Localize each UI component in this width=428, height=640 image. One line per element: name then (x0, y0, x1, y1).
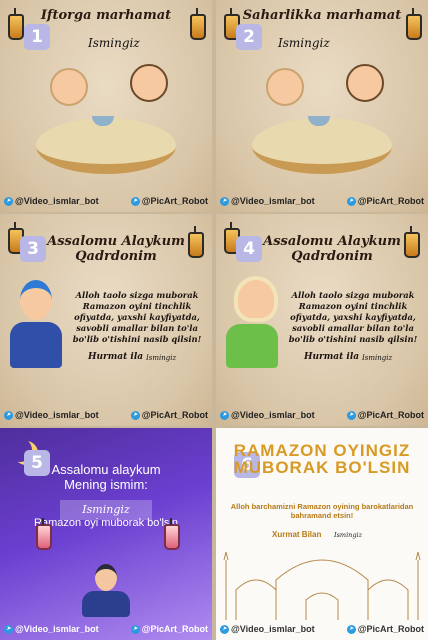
card-number-badge: 4 (236, 236, 262, 262)
telegram-link[interactable]: ➤ @Video_ismlar_bot (220, 624, 315, 634)
card-footer: ➤ @Video_ismlar_bot ➤ @PicArt_Robot (216, 196, 428, 206)
girl-illustration-icon (50, 68, 88, 106)
praying-girl-illustration-icon (226, 276, 282, 368)
card-footer: ➤ @Video_ismlar_bot ➤ @PicArt_Robot (0, 196, 212, 206)
card-footer: ➤ @Video_ismlar_bot ➤ @PicArt_Robot (0, 624, 212, 634)
telegram-link[interactable]: ➤ @Video_ismlar_bot (220, 410, 315, 420)
template-card-3[interactable]: 3 Assalomu Alaykum Qadrdonim Alloh taolo… (0, 214, 212, 426)
template-card-4[interactable]: 4 Assalomu Alaykum Qadrdonim Alloh taolo… (216, 214, 428, 426)
telegram-link[interactable]: ➤ @PicArt_Robot (346, 624, 424, 634)
card-name: Ismingiz (278, 36, 330, 50)
telegram-icon: ➤ (220, 196, 229, 206)
card-title: Saharlikka marhamat (242, 8, 402, 23)
telegram-icon: ➤ (220, 624, 229, 634)
praying-boy-illustration-icon (10, 280, 66, 368)
iftar-table-icon (36, 118, 176, 174)
telegram-icon: ➤ (4, 196, 13, 206)
greeting-message: Alloh taolo sizga muborak Ramazon oyini … (72, 290, 202, 344)
mosque-illustration-icon (223, 551, 421, 620)
card-number-badge: 1 (24, 24, 50, 50)
card-footer: ➤ @Video_ismlar_bot ➤ @PicArt_Robot (216, 410, 428, 420)
regards-label: Hurmat ila (88, 352, 144, 362)
card-number-badge: 2 (236, 24, 262, 50)
telegram-link[interactable]: ➤ @Video_ismlar_bot (220, 196, 315, 206)
template-card-2[interactable]: 2 Saharlikka marhamat Ismingiz ➤ @Video_i… (216, 0, 428, 212)
girl-illustration-icon (266, 68, 304, 106)
template-card-1[interactable]: 1 Iftorga marhamat Ismingiz ➤ @Video_isml… (0, 0, 212, 212)
boy-illustration-icon (346, 64, 384, 102)
telegram-icon: ➤ (220, 410, 229, 420)
card-title: Assalomu Alaykum Qadrdonim (263, 234, 401, 264)
boy-illustration-icon (130, 64, 168, 102)
card-number-badge: 3 (20, 236, 46, 262)
telegram-link[interactable]: ➤ @PicArt_Robot (130, 196, 208, 206)
card-title: RAMAZON OYINGIZ MUBORAK BO'LSIN (233, 441, 411, 477)
lantern-icon (404, 226, 420, 258)
lantern-icon (36, 518, 52, 550)
card-name: Ismingiz (146, 354, 177, 362)
greeting-message: Alloh barchamizni Ramazon oyining baroka… (230, 502, 414, 520)
greeting-line-2: Mening ismim: (64, 477, 148, 492)
card-grid: 1 Iftorga marhamat Ismingiz ➤ @Video_isml… (0, 0, 428, 640)
card-name: Ismingiz (88, 36, 140, 50)
telegram-link[interactable]: ➤ @Video_ismlar_bot (4, 410, 99, 420)
template-card-5[interactable]: 5 Assalomu alaykum Mening ismim: Ismingi… (0, 428, 212, 640)
telegram-link[interactable]: ➤ @PicArt_Robot (346, 410, 424, 420)
suhoor-table-icon (252, 118, 392, 174)
telegram-icon: ➤ (4, 624, 13, 634)
greeting-line-1: Assalomu alaykum (51, 462, 161, 477)
telegram-link[interactable]: ➤ @Video_ismlar_bot (4, 624, 99, 634)
telegram-link[interactable]: ➤ @PicArt_Robot (346, 196, 424, 206)
regards-label: Xurmat Bilan (272, 530, 322, 539)
card-name: Ismingiz (362, 354, 393, 362)
telegram-icon: ➤ (346, 624, 356, 634)
template-card-6[interactable]: 6 RAMAZON OYINGIZ MUBORAK BO'LSIN Alloh … (216, 428, 428, 640)
telegram-link[interactable]: ➤ @PicArt_Robot (130, 624, 208, 634)
greeting-message: Alloh taolo sizga muborak Ramazon oyini … (288, 290, 418, 344)
card-footer: ➤ @Video_ismlar_bot ➤ @PicArt_Robot (216, 624, 428, 634)
greeting-line: Assalomu alaykum Mening ismim: (14, 462, 198, 492)
lantern-icon (188, 226, 204, 258)
lantern-icon (164, 518, 180, 550)
telegram-icon: ➤ (130, 410, 140, 420)
telegram-icon: ➤ (4, 410, 13, 420)
telegram-icon: ➤ (130, 196, 140, 206)
reading-man-illustration-icon (82, 564, 130, 617)
telegram-icon: ➤ (346, 196, 356, 206)
telegram-link[interactable]: ➤ @PicArt_Robot (130, 410, 208, 420)
card-title: Assalomu Alaykum Qadrdonim (47, 234, 185, 264)
card-name: Ismingiz (334, 531, 362, 539)
card-footer: ➤ @Video_ismlar_bot ➤ @PicArt_Robot (0, 410, 212, 420)
telegram-icon: ➤ (346, 410, 356, 420)
card-title: Iftorga marhamat (40, 8, 172, 23)
regards-label: Hurmat ila (304, 352, 360, 362)
telegram-icon: ➤ (130, 624, 140, 634)
telegram-link[interactable]: ➤ @Video_ismlar_bot (4, 196, 99, 206)
